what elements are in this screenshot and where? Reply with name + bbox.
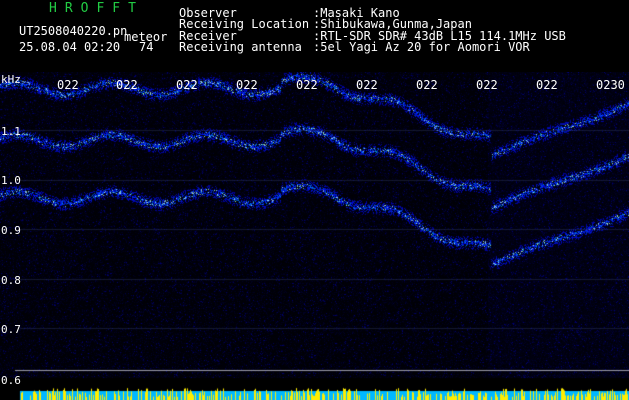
time-tick-label: 022 <box>236 78 258 92</box>
freq-tick-label: 0.9 <box>1 224 21 237</box>
freq-tick-label: 0.6 <box>1 374 21 387</box>
time-tick-label: 022 <box>476 78 498 92</box>
header-panel: HROFFT UT2508040220.pn meteor 25.08.04 0… <box>0 0 629 72</box>
time-tick-label: 0230 <box>596 78 625 92</box>
date-time: 25.08.04 02:20 <box>19 40 121 54</box>
freq-tick-label: 1.0 <box>1 174 21 187</box>
file-name: UT2508040220.pn <box>19 24 128 38</box>
frequency-unit-label: kHz <box>1 73 21 86</box>
time-tick-label: 022 <box>116 78 138 92</box>
time-tick-label: 022 <box>416 78 438 92</box>
time-tick-label: 022 <box>57 78 79 92</box>
antenna-value: :5el Yagi Az 20 for Aomori VOR <box>313 40 530 54</box>
freq-tick-label: 0.7 <box>1 323 21 336</box>
antenna-label: Receiving antenna <box>179 40 302 54</box>
time-tick-label: 022 <box>536 78 558 92</box>
spectrogram <box>0 72 629 400</box>
freq-tick-label: 0.8 <box>1 274 21 287</box>
brand-title: HROFFT <box>49 1 144 16</box>
detection-count: 74 <box>139 40 154 54</box>
freq-tick-label: 1.1 <box>1 125 21 138</box>
time-tick-label: 022 <box>176 78 198 92</box>
time-tick-label: 022 <box>356 78 378 92</box>
time-tick-label: 022 <box>296 78 318 92</box>
